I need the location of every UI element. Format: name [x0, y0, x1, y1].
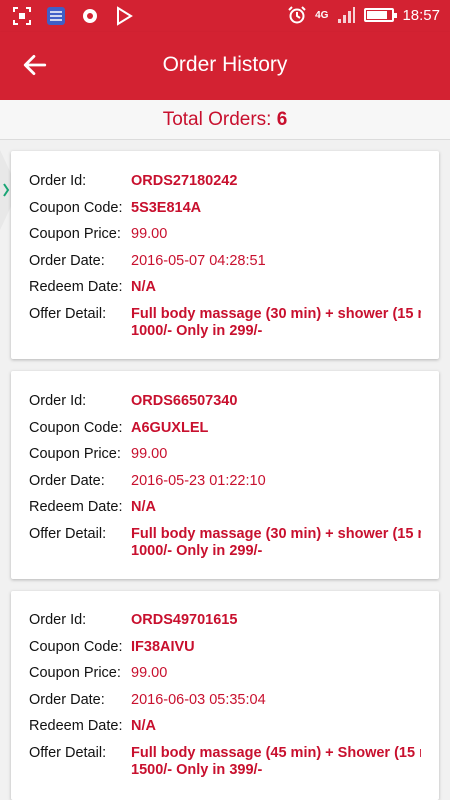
signal-icon	[338, 7, 356, 23]
offer-detail-line: Full body massage (30 min) + shower (15 …	[131, 526, 421, 542]
coupon-price-label: Coupon Price:	[29, 226, 121, 242]
coupon-code-label: Coupon Code:	[29, 200, 123, 216]
order-date-label: Order Date:	[29, 692, 105, 708]
redeem-date-label: Redeem Date:	[29, 279, 123, 295]
coupon-code-value: A6GUXLEL	[131, 420, 209, 436]
page-title: Order History	[162, 53, 288, 76]
offer-detail-value: Full body massage (30 min) + shower (15 …	[131, 526, 421, 560]
order-id-label: Order Id:	[29, 612, 87, 628]
offer-detail-line: Full body massage (45 min) + Shower (15 …	[131, 745, 421, 761]
alarm-icon	[288, 6, 306, 24]
offer-detail-label: Offer Detail:	[29, 526, 107, 542]
offer-detail-line: Full body massage (30 min) + shower (15 …	[131, 306, 421, 322]
order-date-value: 2016-06-03 05:35:04	[131, 692, 266, 708]
redeem-date-value: N/A	[131, 499, 156, 515]
status-bar-right: 4G 18:57	[287, 5, 440, 25]
screenshot-icon	[13, 7, 31, 25]
offer-detail-value: Full body massage (45 min) + Shower (15 …	[131, 745, 421, 779]
keyboard-app-icon	[47, 7, 65, 25]
coupon-price-label: Coupon Price:	[29, 665, 121, 681]
offer-detail-line: 1000/- Only in 299/-	[131, 543, 263, 559]
clock: 18:57	[402, 6, 440, 24]
coupon-code-label: Coupon Code:	[29, 639, 123, 655]
order-id-value: ORDS49701615	[131, 612, 238, 628]
order-date-value: 2016-05-23 01:22:10	[131, 473, 266, 489]
coupon-price-value: 99.00	[131, 665, 168, 681]
total-orders-count: 6	[276, 109, 288, 130]
offer-detail-line: 1000/- Only in 299/-	[131, 323, 263, 339]
order-card[interactable]: Order Id: ORDS49701615 Coupon Code: IF38…	[11, 591, 439, 800]
offer-detail-label: Offer Detail:	[29, 745, 107, 761]
offer-detail-label: Offer Detail:	[29, 306, 107, 322]
order-id-label: Order Id:	[29, 393, 87, 409]
play-store-icon	[117, 6, 133, 26]
redeem-date-value: N/A	[131, 279, 156, 295]
coupon-price-value: 99.00	[131, 226, 168, 242]
order-card[interactable]: Order Id: ORDS66507340 Coupon Code: A6GU…	[11, 371, 439, 579]
coupon-price-value: 99.00	[131, 446, 168, 462]
order-date-label: Order Date:	[29, 473, 105, 489]
total-orders-bar: Total Orders: 6	[0, 100, 450, 140]
coupon-code-label: Coupon Code:	[29, 420, 123, 436]
battery-fill	[367, 11, 388, 19]
order-card[interactable]: Order Id: ORDS27180242 Coupon Code: 5S3E…	[11, 151, 439, 359]
coupon-price-label: Coupon Price:	[29, 446, 121, 462]
status-bar-left-icons	[12, 6, 134, 26]
total-orders-label: Total Orders:	[162, 109, 272, 130]
camera-app-icon	[83, 9, 97, 23]
order-date-value: 2016-05-07 04:28:51	[131, 253, 266, 269]
redeem-date-label: Redeem Date:	[29, 718, 123, 734]
redeem-date-value: N/A	[131, 718, 156, 734]
network-type: 4G	[315, 9, 329, 21]
order-id-value: ORDS66507340	[131, 393, 238, 409]
coupon-code-value: 5S3E814A	[131, 200, 202, 216]
order-id-value: ORDS27180242	[131, 173, 238, 189]
order-date-label: Order Date:	[29, 253, 105, 269]
coupon-code-value: IF38AIVU	[131, 639, 195, 655]
status-bar: 4G 18:57	[0, 0, 450, 32]
app-bar: Order History	[0, 32, 450, 100]
offer-detail-line: 1500/- Only in 399/-	[131, 762, 263, 778]
order-id-label: Order Id:	[29, 173, 87, 189]
redeem-date-label: Redeem Date:	[29, 499, 123, 515]
battery-icon	[364, 8, 398, 22]
offer-detail-value: Full body massage (30 min) + shower (15 …	[131, 306, 421, 340]
